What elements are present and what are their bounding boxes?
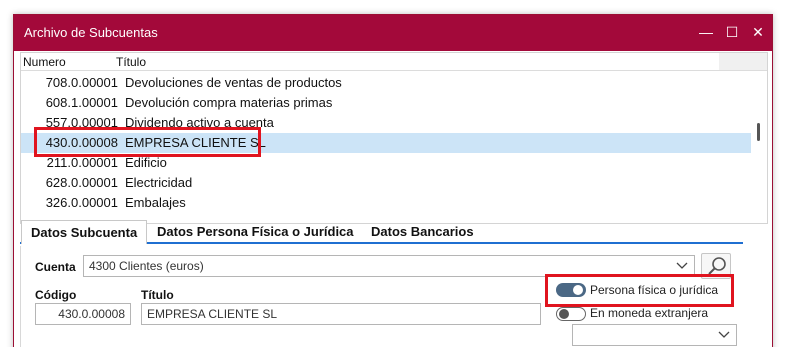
- tab-bar: Datos Subcuenta Datos Persona Física o J…: [20, 220, 743, 244]
- row-numero: 628.0.00001: [45, 175, 118, 190]
- row-numero: 608.1.00001: [45, 95, 118, 110]
- tab-datos-persona[interactable]: Datos Persona Física o Jurídica: [148, 220, 363, 244]
- titulo-value: EMPRESA CLIENTE SL: [147, 307, 278, 321]
- cuenta-label: Cuenta: [35, 260, 76, 274]
- column-header-titulo[interactable]: Título: [116, 55, 146, 69]
- subaccounts-window: Archivo de Subcuentas — ☐ ✕ Numero Títul…: [13, 14, 773, 347]
- row-titulo: Devoluciones de ventas de productos: [125, 75, 342, 90]
- row-titulo: Electricidad: [125, 175, 193, 190]
- table-row[interactable]: 608.1.00001 Devolución compra materias p…: [21, 93, 751, 113]
- tab-datos-subcuenta[interactable]: Datos Subcuenta: [21, 220, 148, 244]
- row-numero: 326.0.00001: [45, 195, 118, 210]
- table-row[interactable]: 326.0.00001 Embalajes: [21, 193, 751, 213]
- moneda-toggle[interactable]: [556, 307, 586, 321]
- codigo-field[interactable]: 430.0.00008: [35, 303, 131, 325]
- row-numero: 708.0.00001: [45, 75, 118, 90]
- scrollbar-thumb[interactable]: [757, 123, 760, 141]
- row-titulo: Embalajes: [125, 195, 186, 210]
- row-titulo: Devolución compra materias primas: [125, 95, 333, 110]
- titulo-label: Título: [141, 288, 174, 302]
- moneda-toggle-label: En moneda extranjera: [590, 306, 709, 320]
- minimize-button[interactable]: —: [696, 22, 716, 42]
- moneda-select[interactable]: [572, 324, 737, 346]
- table-row[interactable]: 708.0.00001 Devoluciones de ventas de pr…: [21, 73, 751, 93]
- highlight-selected-row: [34, 127, 261, 157]
- title-bar[interactable]: Archivo de Subcuentas — ☐ ✕: [14, 15, 772, 51]
- codigo-value: 430.0.00008: [58, 307, 125, 321]
- tab-datos-bancarios[interactable]: Datos Bancarios: [362, 220, 483, 244]
- cuenta-value: 4300 Clientes (euros): [89, 259, 204, 273]
- highlight-persona-toggle: [545, 274, 734, 307]
- titulo-field[interactable]: EMPRESA CLIENTE SL: [141, 303, 541, 325]
- header-filler: [719, 53, 767, 70]
- grid-scrollbar[interactable]: [751, 71, 767, 223]
- close-button[interactable]: ✕: [748, 22, 768, 42]
- chevron-down-icon: [718, 325, 730, 347]
- column-header-numero[interactable]: Numero: [23, 55, 66, 69]
- table-row[interactable]: 628.0.00001 Electricidad: [21, 173, 751, 193]
- toggle-knob: [559, 309, 569, 319]
- codigo-label: Código: [35, 288, 77, 302]
- window-title: Archivo de Subcuentas: [24, 25, 158, 40]
- maximize-button[interactable]: ☐: [722, 22, 742, 42]
- grid-header: Numero Título: [21, 53, 767, 71]
